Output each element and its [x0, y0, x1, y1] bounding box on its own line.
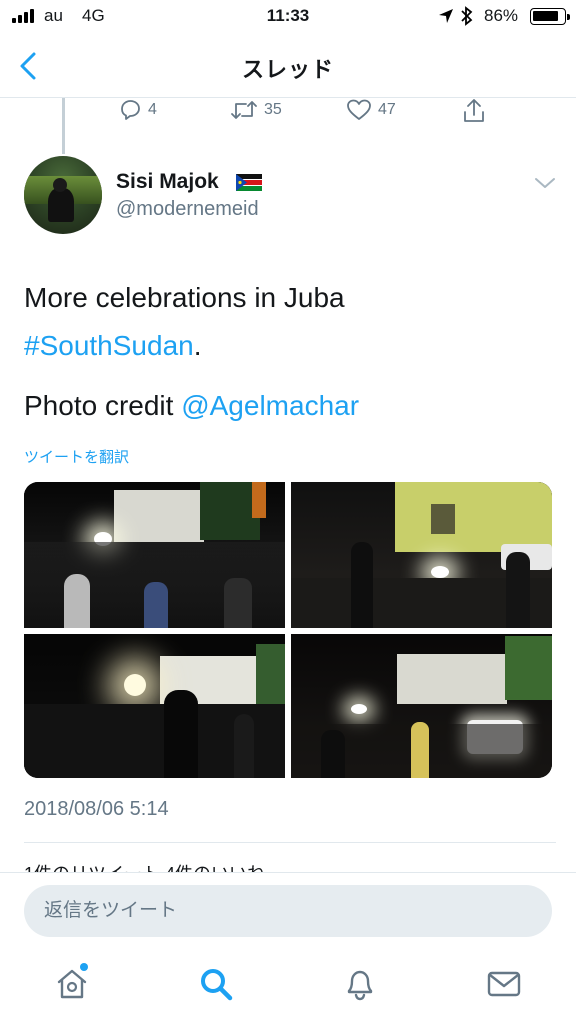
previous-tweet-actions: 4 35 47: [0, 98, 576, 126]
battery-percentage: 86%: [484, 6, 519, 25]
search-icon: [201, 969, 233, 1001]
heart-icon: [347, 99, 371, 120]
tweet-text: More celebrations in Juba: [24, 282, 345, 313]
page-title: スレッド: [241, 57, 334, 82]
bell-icon: [347, 970, 373, 1001]
retweet-action[interactable]: 35: [230, 98, 282, 122]
like-count: 47: [378, 101, 396, 118]
tab-messages[interactable]: [484, 964, 524, 1004]
share-action[interactable]: [462, 98, 486, 124]
photo-3[interactable]: [24, 634, 285, 778]
photo-1[interactable]: [24, 482, 285, 628]
tweet-text-line3: Photo credit @Agelmachar: [24, 390, 359, 422]
chevron-down-icon[interactable]: [534, 176, 556, 190]
reply-action[interactable]: 4: [118, 98, 157, 122]
hashtag-link[interactable]: #SouthSudan: [24, 330, 194, 361]
reply-count: 4: [148, 101, 157, 118]
tab-search[interactable]: [196, 964, 236, 1004]
retweet-icon: [231, 101, 257, 119]
battery-fill: [533, 11, 558, 21]
hashtag-suffix: .: [193, 330, 202, 361]
retweet-count: 35: [264, 101, 282, 118]
avatar[interactable]: [24, 156, 102, 234]
tweet-text-line2: #SouthSudan.: [24, 330, 202, 362]
like-action[interactable]: 47: [346, 98, 396, 122]
mention-link[interactable]: @Agelmachar: [181, 390, 359, 421]
photo-4[interactable]: [291, 634, 552, 778]
translate-tweet-link[interactable]: ツイートを翻訳: [24, 446, 129, 467]
notification-dot: [80, 963, 88, 971]
reply-bar: [0, 872, 576, 950]
display-name[interactable]: Sisi Majok: [116, 170, 219, 194]
battery-icon: [530, 8, 570, 25]
nav-bar: スレッド: [0, 34, 576, 98]
reply-input[interactable]: [24, 885, 552, 937]
status-bar: au 4G 11:33 86%: [0, 0, 576, 34]
south-sudan-flag-icon: [236, 174, 262, 191]
media-grid: [24, 482, 552, 778]
tab-notifications[interactable]: [340, 964, 380, 1004]
location-arrow-icon: [439, 9, 453, 23]
share-icon: [464, 99, 484, 122]
divider: [24, 842, 556, 843]
user-handle[interactable]: @modernemeid: [116, 198, 259, 221]
reply-icon: [121, 100, 140, 120]
photo-credit-label: Photo credit: [24, 390, 182, 421]
tab-bar: [0, 950, 576, 1024]
bluetooth-icon: [461, 6, 473, 26]
mail-icon: [487, 971, 521, 997]
tweet-timestamp: 2018/08/06 5:14: [24, 798, 169, 820]
photo-2[interactable]: [291, 482, 552, 628]
